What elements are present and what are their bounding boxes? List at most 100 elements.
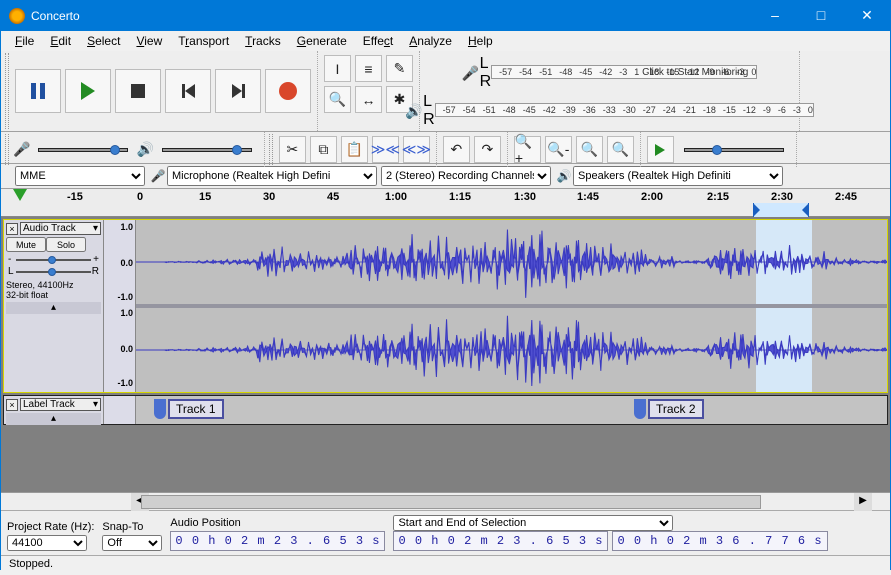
selection-start-field[interactable]: 0 0 h 0 2 m 2 3 . 6 5 3 s [393, 531, 608, 551]
audio-position-field[interactable]: 0 0 h 0 2 m 2 3 . 6 5 3 s [170, 531, 385, 551]
menu-file[interactable]: File [7, 32, 42, 50]
track-format-info: Stereo, 44100Hz 32-bit float [6, 280, 101, 300]
selection-toolbar: Project Rate (Hz): 44100 Snap-To Off Aud… [1, 510, 890, 555]
trim-button[interactable]: ≫≪ [372, 136, 399, 163]
window-title: Concerto [31, 9, 752, 23]
play-vol-slider[interactable] [154, 148, 260, 152]
label-marker-1[interactable]: Track 1 [154, 398, 224, 420]
label-track-body[interactable]: Track 1 Track 2 [136, 396, 887, 424]
menu-generate[interactable]: Generate [289, 32, 355, 50]
rec-vol-slider[interactable] [30, 148, 136, 152]
menu-tracks[interactable]: Tracks [237, 32, 289, 50]
toolbar-lower-row: 🎤 🔊 ✂ ⧉ 📋 ≫≪ ≪≫ ↶ ↷ 🔍+ 🔍- 🔍 🔍 [1, 132, 890, 164]
track-menu-dropdown[interactable]: Audio Track▾ [20, 222, 101, 235]
horizontal-scrollbar[interactable]: ◀ ▶ [1, 492, 890, 510]
waveform-display[interactable] [136, 220, 887, 392]
draw-tool-button[interactable]: ✎ [386, 55, 413, 82]
zoom-out-button[interactable]: 🔍- [545, 136, 572, 163]
play-at-speed-button[interactable] [647, 136, 674, 163]
track-close-button[interactable]: × [6, 223, 18, 235]
collapse-button[interactable]: ▴ [6, 302, 101, 314]
rec-channels-select[interactable]: 2 (Stereo) Recording Channels [381, 166, 551, 186]
pause-button[interactable] [15, 69, 61, 113]
playhead-icon[interactable] [13, 189, 27, 201]
vertical-scale[interactable]: 1.0 0.0 -1.0 1.0 0.0 -1.0 [104, 220, 136, 392]
edit-toolbar: ✂ ⧉ 📋 ≫≪ ≪≫ [265, 132, 437, 167]
menu-effect[interactable]: Effect [355, 32, 401, 50]
envelope-tool-button[interactable]: ≡ [355, 55, 382, 82]
selection-end-field[interactable]: 0 0 h 0 2 m 3 6 . 7 7 6 s [612, 531, 827, 551]
mic-device-icon: 🎤 [149, 169, 167, 183]
recording-meter-toolbar: 🎤 LR -57-54-51-48-45-42-3 Click to Start… [420, 51, 800, 131]
ruler-selection[interactable] [753, 203, 809, 217]
skip-end-button[interactable] [215, 69, 261, 113]
label-text[interactable]: Track 2 [648, 399, 704, 419]
close-button[interactable]: ✕ [844, 1, 890, 31]
label-handle-icon[interactable] [634, 399, 646, 419]
rec-vol-icon: 🎤 [13, 141, 30, 158]
mute-button[interactable]: Mute [6, 237, 46, 252]
play-button[interactable] [65, 69, 111, 113]
cut-button[interactable]: ✂ [279, 136, 306, 163]
silence-button[interactable]: ≪≫ [403, 136, 430, 163]
status-text: Stopped. [9, 558, 53, 570]
track-menu-dropdown[interactable]: Label Track▾ [20, 398, 101, 411]
stop-button[interactable] [115, 69, 161, 113]
zoom-tool-button[interactable]: 🔍 [324, 86, 351, 113]
audio-position-label: Audio Position [170, 517, 385, 529]
menu-analyze[interactable]: Analyze [401, 32, 460, 50]
zoom-in-button[interactable]: 🔍+ [514, 136, 541, 163]
scrollbar-thumb[interactable] [141, 495, 761, 509]
track-close-button[interactable]: × [6, 399, 18, 411]
audio-host-select[interactable]: MME [15, 166, 145, 186]
project-rate-select[interactable]: 44100 [7, 535, 87, 551]
audio-track: × Audio Track▾ Mute Solo -+ LR Stereo, 4… [3, 219, 888, 393]
transport-toolbar [1, 51, 318, 131]
timeshift-tool-button[interactable]: ↔ [355, 86, 382, 113]
label-marker-2[interactable]: Track 2 [634, 398, 704, 420]
scroll-right-button[interactable]: ▶ [854, 493, 872, 511]
timeline-ruler[interactable]: -15 0 15 30 45 1:00 1:15 1:30 1:45 2:00 … [1, 189, 890, 217]
record-button[interactable] [265, 69, 311, 113]
fit-project-button[interactable]: 🔍 [607, 136, 634, 163]
menu-select[interactable]: Select [79, 32, 128, 50]
play-vol-icon: 🔊 [136, 141, 153, 158]
titlebar: Concerto – □ ✕ [1, 1, 890, 31]
collapse-button[interactable]: ▴ [6, 413, 101, 425]
pan-slider[interactable]: LR [8, 268, 99, 276]
waveform-left [136, 220, 887, 304]
selection-tool-button[interactable]: I [324, 55, 351, 82]
input-device-select[interactable]: Microphone (Realtek High Defini [167, 166, 377, 186]
maximize-button[interactable]: □ [798, 1, 844, 31]
playback-meter[interactable]: -57-54-51-48-45-42-39-36-33-30-27-24-21-… [435, 103, 814, 117]
project-rate-label: Project Rate (Hz): [7, 521, 94, 533]
selection-mode-select[interactable]: Start and End of Selection [393, 515, 673, 531]
menu-view[interactable]: View [128, 32, 170, 50]
gain-slider[interactable]: -+ [8, 256, 99, 264]
menu-help[interactable]: Help [460, 32, 501, 50]
fit-selection-button[interactable]: 🔍 [576, 136, 603, 163]
minimize-button[interactable]: – [752, 1, 798, 31]
play-speed-slider[interactable] [676, 148, 792, 152]
recording-meter[interactable]: -57-54-51-48-45-42-3 Click to Start Moni… [491, 65, 757, 79]
waveform-right [136, 308, 887, 392]
label-text[interactable]: Track 1 [168, 399, 224, 419]
device-toolbar: MME 🎤 Microphone (Realtek High Defini 2 … [1, 164, 890, 189]
redo-button[interactable]: ↷ [474, 136, 501, 163]
audio-track-control-panel: × Audio Track▾ Mute Solo -+ LR Stereo, 4… [4, 220, 104, 392]
menu-edit[interactable]: Edit [42, 32, 79, 50]
snap-to-select[interactable]: Off [102, 535, 162, 551]
solo-button[interactable]: Solo [46, 237, 86, 252]
mic-icon[interactable]: 🎤 [462, 65, 480, 82]
paste-button[interactable]: 📋 [341, 136, 368, 163]
label-track-control-panel: × Label Track▾ ▴ [4, 396, 104, 424]
copy-button[interactable]: ⧉ [310, 136, 337, 163]
skip-start-button[interactable] [165, 69, 211, 113]
label-handle-icon[interactable] [154, 399, 166, 419]
undo-toolbar: ↶ ↷ [437, 132, 508, 167]
undo-button[interactable]: ↶ [443, 136, 470, 163]
mixer-toolbar: 🎤 🔊 [1, 132, 265, 167]
menu-transport[interactable]: Transport [170, 32, 237, 50]
speaker-icon[interactable]: 🔊 [405, 103, 423, 120]
output-device-select[interactable]: Speakers (Realtek High Definiti [573, 166, 783, 186]
